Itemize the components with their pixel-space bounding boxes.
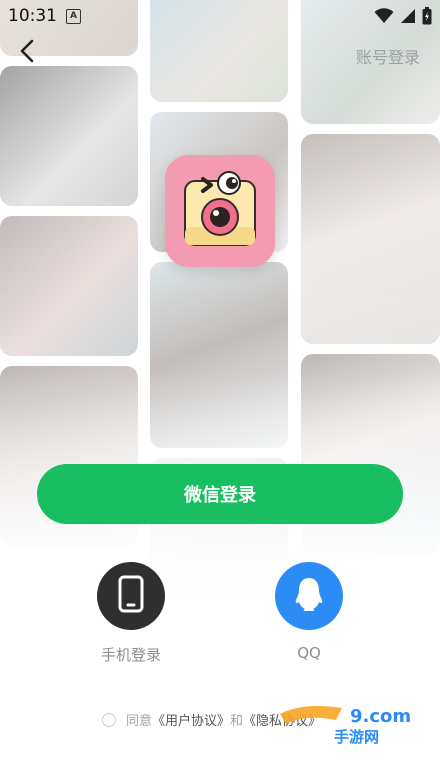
phone-icon (118, 575, 144, 617)
status-icons (374, 7, 432, 29)
phone-login-circle[interactable] (97, 562, 165, 630)
qq-login-option[interactable]: QQ (249, 562, 369, 662)
app-logo (165, 155, 275, 267)
back-button[interactable] (12, 38, 42, 68)
site-watermark: 9.com 手游网 (272, 700, 422, 748)
photo-wall-fade (0, 0, 440, 620)
user-agreement-link[interactable]: 《用户协议》 (152, 714, 230, 729)
chevron-left-icon (18, 38, 36, 68)
login-screen: 10:31 A 账号登录 微信登录 手机登录 QQ 同意《用户协议》和《隐私协议… (0, 0, 440, 783)
status-bar: 10:31 A (0, 0, 440, 32)
photo-wall-background (0, 0, 440, 620)
agreement-prefix: 同意 (126, 714, 153, 729)
account-login-link[interactable]: 账号登录 (356, 44, 420, 68)
phone-login-label: 手机登录 (100, 646, 161, 664)
agreement-connector: 和 (230, 714, 244, 729)
watermark-bottom-text: 手游网 (334, 728, 379, 746)
qq-penguin-icon (294, 576, 324, 616)
notification-badge-icon: A (66, 9, 81, 24)
camera-face-logo-icon (165, 155, 275, 267)
wifi-icon (374, 8, 394, 28)
agreement-checkbox[interactable] (102, 712, 116, 727)
battery-icon (422, 7, 432, 29)
qq-login-circle[interactable] (275, 562, 343, 630)
phone-login-option[interactable]: 手机登录 (71, 562, 191, 665)
signal-icon (400, 8, 416, 28)
qq-login-label: QQ (297, 644, 321, 662)
watermark-top-text: 9.com (350, 706, 411, 727)
wechat-login-button[interactable]: 微信登录 (37, 464, 403, 524)
status-time: 10:31 (8, 6, 57, 26)
